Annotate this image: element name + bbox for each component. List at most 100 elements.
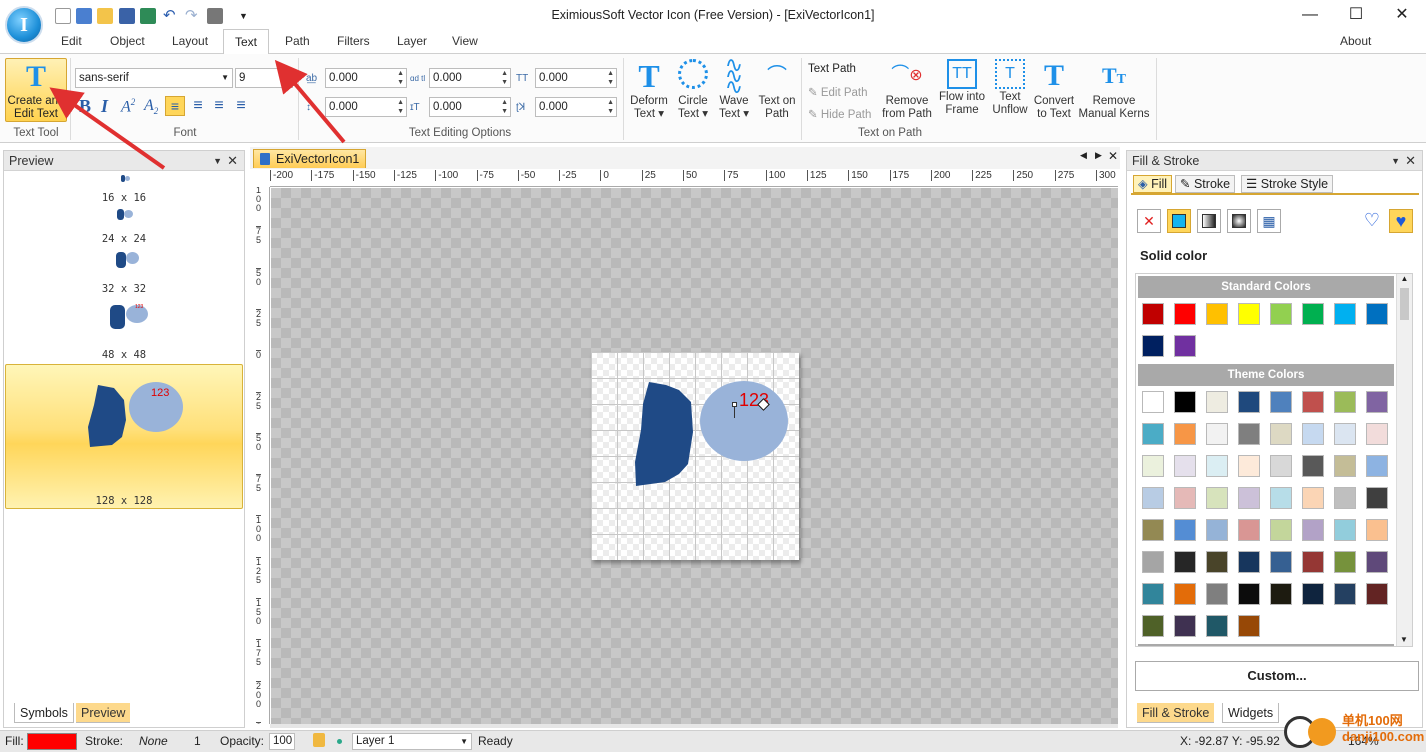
color-swatch[interactable]: [1142, 391, 1164, 413]
text-path-label[interactable]: Text Path: [808, 63, 856, 75]
color-swatch[interactable]: [1206, 455, 1228, 477]
color-swatch[interactable]: [1270, 303, 1292, 325]
horizontal-ruler[interactable]: -200 -175 -150 -125 -100 -75 -50 -25 0 25 50 75 100 1…: [270, 169, 1118, 187]
vertical-shift-input[interactable]: 0.000 ▲ ▼: [429, 97, 511, 117]
scroll-down-icon[interactable]: ▼: [1397, 635, 1411, 644]
color-swatch[interactable]: [1302, 423, 1324, 445]
color-swatch[interactable]: [1366, 519, 1388, 541]
close-button[interactable]: ✕: [1382, 4, 1422, 26]
layer-select[interactable]: Layer 1 ▼: [352, 733, 472, 750]
word-spacing-input[interactable]: 0.000 ▲ ▼: [429, 68, 511, 88]
tab-symbols[interactable]: Symbols: [14, 703, 74, 723]
tab-path[interactable]: Path: [285, 34, 310, 48]
color-swatch[interactable]: [1334, 391, 1356, 413]
tab-stroke-style[interactable]: ☰ Stroke Style: [1241, 175, 1334, 193]
hide-path-button[interactable]: ✎ Hide Path: [808, 107, 871, 121]
create-edit-text-button[interactable]: T Create and Edit Text: [5, 58, 67, 122]
pattern-fill-button[interactable]: ▦: [1257, 209, 1281, 233]
text-on-path-button[interactable]: ⌒ Text on Path: [756, 59, 798, 121]
justify-icon[interactable]: ≡: [231, 96, 251, 116]
tab-fill[interactable]: ◈ Fill: [1133, 175, 1173, 193]
color-swatch[interactable]: [1334, 303, 1356, 325]
maximize-button[interactable]: ☐: [1336, 4, 1376, 26]
deform-text-button[interactable]: T Deform Text ▾: [628, 59, 670, 121]
color-swatch[interactable]: [1238, 487, 1260, 509]
font-size-select[interactable]: 9 ▼: [235, 68, 293, 88]
color-swatch[interactable]: [1174, 455, 1196, 477]
tab-stroke[interactable]: ✎ Stroke: [1175, 175, 1236, 193]
color-swatch[interactable]: [1174, 391, 1196, 413]
horizontal-scrollbar[interactable]: [270, 724, 1118, 728]
color-swatch[interactable]: [1366, 551, 1388, 573]
color-swatch[interactable]: [1142, 583, 1164, 605]
color-swatch[interactable]: [1334, 487, 1356, 509]
wave-text-button[interactable]: ∿ ∿ ∿ Wave Text ▾: [714, 54, 754, 121]
app-menu-orb[interactable]: I: [5, 6, 43, 44]
color-swatch[interactable]: [1334, 423, 1356, 445]
fill-rule-nonzero-button[interactable]: ♥: [1389, 209, 1413, 233]
spinner-icon[interactable]: ▲ ▼: [397, 69, 404, 87]
text-anchor-handle[interactable]: [732, 402, 737, 407]
radial-gradient-button[interactable]: [1227, 209, 1251, 233]
opacity-input[interactable]: 100: [269, 733, 295, 750]
color-swatch[interactable]: [1142, 519, 1164, 541]
italic-icon[interactable]: I: [101, 96, 108, 117]
text-unflow-button[interactable]: T Text Unflow: [990, 59, 1030, 117]
tab-object[interactable]: Object: [110, 34, 145, 48]
close-document-icon[interactable]: ✕: [1108, 149, 1118, 163]
color-swatch[interactable]: [1142, 423, 1164, 445]
tab-widgets[interactable]: Widgets: [1222, 703, 1280, 723]
letter-spacing-input[interactable]: 0.000 ▲ ▼: [325, 68, 407, 88]
canvas-workspace[interactable]: 123: [271, 188, 1118, 724]
color-swatch[interactable]: [1238, 615, 1260, 637]
color-swatch[interactable]: [1270, 423, 1292, 445]
color-swatch[interactable]: [1206, 519, 1228, 541]
tab-text[interactable]: Text: [223, 29, 269, 54]
color-swatch[interactable]: [1302, 519, 1324, 541]
edit-path-button[interactable]: ✎ Edit Path: [808, 85, 868, 99]
no-fill-button[interactable]: ✕: [1137, 209, 1161, 233]
color-swatch[interactable]: [1174, 303, 1196, 325]
stroke-width-value[interactable]: 1: [194, 731, 201, 752]
subscript-icon[interactable]: A2: [144, 97, 158, 116]
document-tab[interactable]: ExiVectorIcon1: [253, 149, 367, 168]
remove-from-path-button[interactable]: ⌒⊗ Remove from Path: [880, 59, 934, 121]
color-swatch[interactable]: [1302, 391, 1324, 413]
color-swatch[interactable]: [1174, 615, 1196, 637]
color-swatch[interactable]: [1270, 519, 1292, 541]
color-swatch[interactable]: [1366, 583, 1388, 605]
color-swatch[interactable]: [1302, 583, 1324, 605]
tab-preview[interactable]: Preview: [76, 703, 131, 723]
close-icon[interactable]: ✕: [1405, 151, 1416, 171]
color-swatch[interactable]: [1174, 519, 1196, 541]
color-swatch[interactable]: [1334, 519, 1356, 541]
close-icon[interactable]: ✕: [227, 151, 238, 171]
color-swatch[interactable]: [1270, 551, 1292, 573]
color-swatch[interactable]: [1270, 487, 1292, 509]
font-family-select[interactable]: sans-serif ▼: [75, 68, 233, 88]
color-swatch[interactable]: [1270, 583, 1292, 605]
color-swatch[interactable]: [1206, 303, 1228, 325]
color-swatch[interactable]: [1174, 551, 1196, 573]
scroll-thumb[interactable]: [1400, 288, 1409, 320]
color-swatch[interactable]: [1174, 487, 1196, 509]
color-swatch[interactable]: [1366, 423, 1388, 445]
color-swatch[interactable]: [1238, 551, 1260, 573]
fill-color-swatch[interactable]: [27, 733, 77, 750]
align-center-icon[interactable]: ≡: [188, 96, 208, 116]
preview-icon-32[interactable]: [116, 251, 142, 269]
color-swatch[interactable]: [1334, 583, 1356, 605]
color-swatch[interactable]: [1302, 455, 1324, 477]
color-swatch[interactable]: [1174, 423, 1196, 445]
line-spacing-input[interactable]: 0.000 ▲ ▼: [325, 97, 407, 117]
color-swatch[interactable]: [1270, 391, 1292, 413]
tab-scroll-left-icon[interactable]: ◀: [1080, 150, 1087, 161]
color-swatch[interactable]: [1206, 551, 1228, 573]
minimize-button[interactable]: —: [1290, 4, 1330, 26]
preview-icon-48[interactable]: 123: [110, 303, 152, 331]
color-swatch[interactable]: [1238, 455, 1260, 477]
bold-icon[interactable]: B: [79, 96, 91, 117]
color-swatch[interactable]: [1206, 391, 1228, 413]
color-swatch[interactable]: [1142, 335, 1164, 357]
color-swatch[interactable]: [1142, 551, 1164, 573]
